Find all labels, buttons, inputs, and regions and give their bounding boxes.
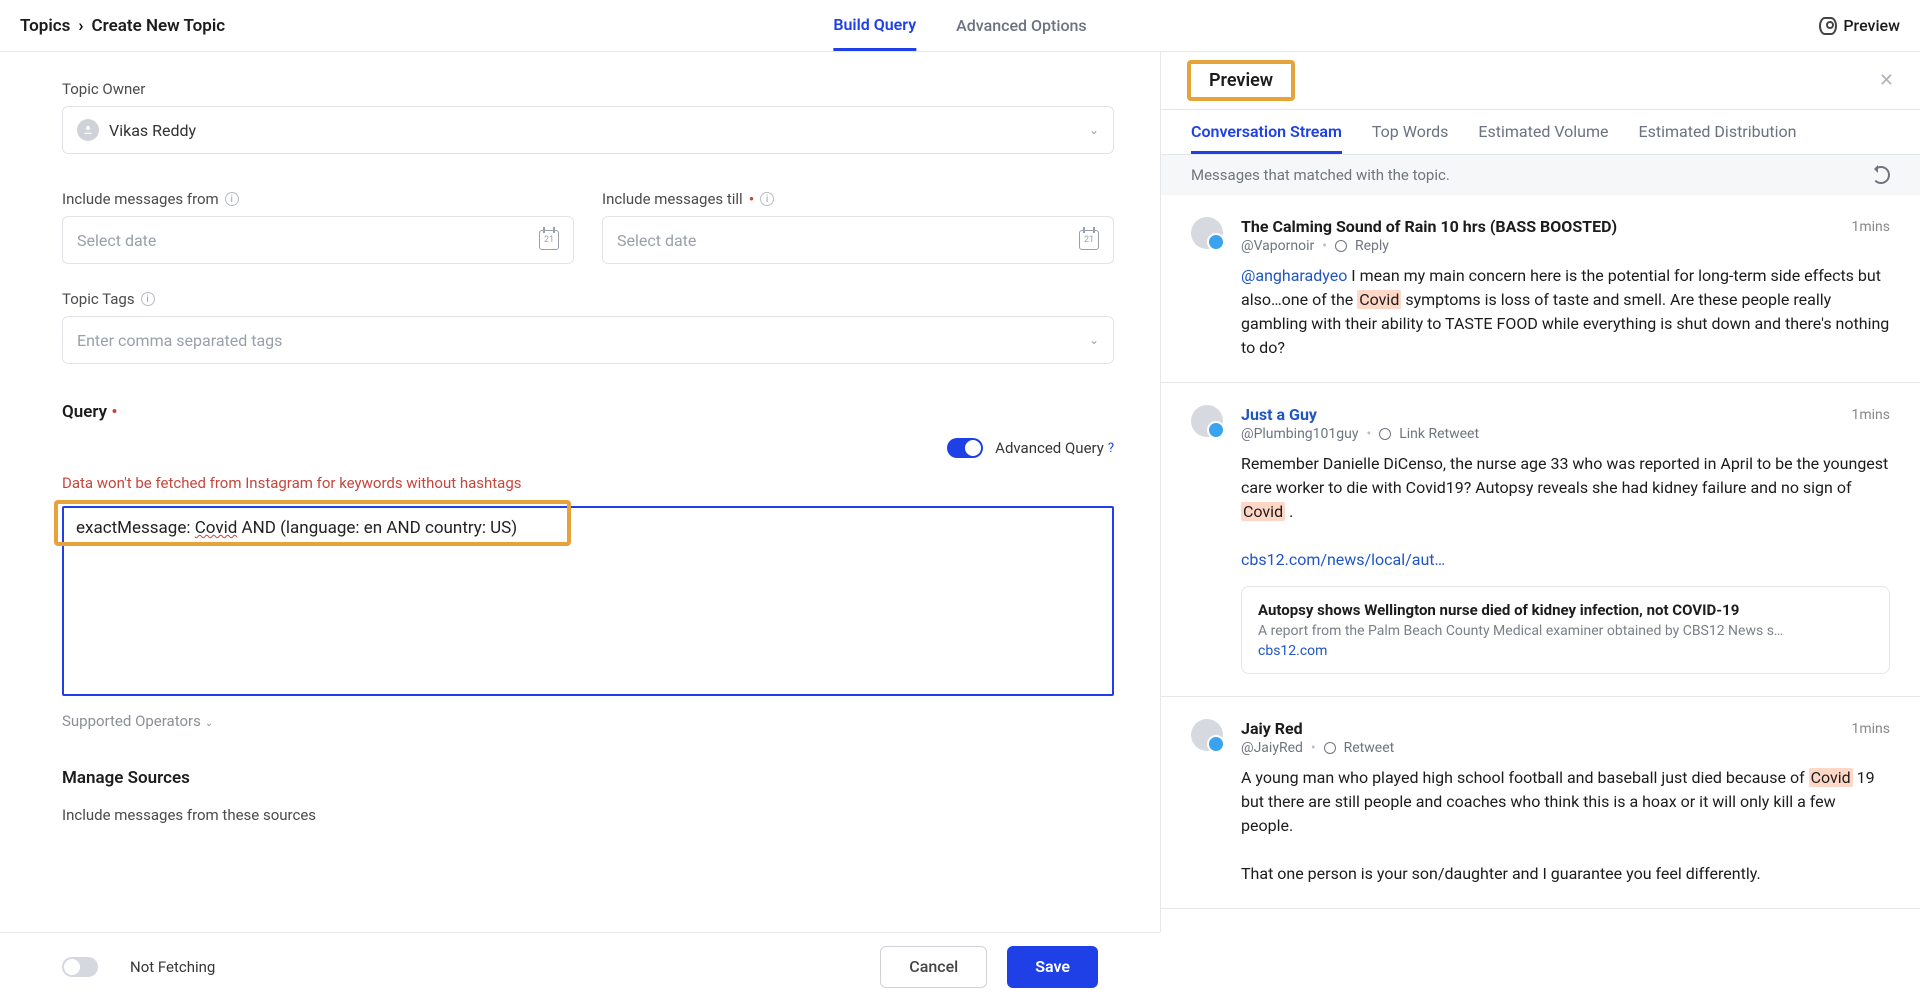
message-item[interactable]: Just a Guy 1mins @Plumbing101guy • Link …	[1161, 383, 1920, 697]
breadcrumb-root[interactable]: Topics	[20, 16, 70, 36]
card-title: Autopsy shows Wellington nurse died of k…	[1258, 601, 1873, 619]
top-tabs: Build Query Advanced Options	[833, 0, 1086, 51]
cancel-button[interactable]: Cancel	[880, 946, 987, 988]
avatar	[1191, 405, 1223, 437]
owner-value: Vikas Reddy	[109, 121, 196, 140]
query-section-label: Query •	[62, 402, 1114, 422]
fetching-label: Not Fetching	[130, 958, 215, 976]
date-from-input[interactable]: Select date	[62, 216, 574, 264]
date-till-input[interactable]: Select date	[602, 216, 1114, 264]
message-item[interactable]: The Calming Sound of Rain 10 hrs (BASS B…	[1161, 195, 1920, 383]
calendar-icon	[539, 230, 559, 250]
message-time: 1mins	[1851, 219, 1890, 235]
preview-panel: Preview ✕ Conversation Stream Top Words …	[1160, 52, 1920, 932]
tab-top-words[interactable]: Top Words	[1372, 122, 1448, 154]
tab-estimated-distribution[interactable]: Estimated Distribution	[1639, 122, 1797, 154]
save-button[interactable]: Save	[1007, 946, 1098, 988]
chevron-down-icon: ⌄	[1089, 333, 1099, 347]
query-warning: Data won't be fetched from Instagram for…	[62, 474, 1114, 492]
message-text: Remember Danielle DiCenso, the nurse age…	[1241, 452, 1890, 572]
owner-label: Topic Owner	[62, 80, 1114, 98]
calendar-icon	[1079, 230, 1099, 250]
date-from-label: Include messages from i	[62, 190, 574, 208]
message-action: Link Retweet	[1399, 426, 1479, 442]
tags-input[interactable]: Enter comma separated tags ⌄	[62, 316, 1114, 364]
refresh-icon[interactable]	[1872, 166, 1890, 184]
preview-button[interactable]: Preview	[1819, 16, 1900, 35]
sources-sub-label: Include messages from these sources	[62, 806, 1114, 824]
date-till-label: Include messages till • i	[602, 190, 1114, 208]
footer-bar: Not Fetching Cancel Save	[0, 932, 1160, 1000]
message-link[interactable]: cbs12.com/news/local/aut…	[1241, 550, 1445, 569]
supported-operators-toggle[interactable]: Supported Operators⌄	[62, 712, 1114, 730]
link-card[interactable]: Autopsy shows Wellington nurse died of k…	[1241, 586, 1890, 674]
message-item[interactable]: Jaiy Red 1mins @JaiyRed • Retweet A youn…	[1161, 697, 1920, 909]
close-icon[interactable]: ✕	[1879, 70, 1894, 91]
avatar	[1191, 217, 1223, 249]
tab-conversation-stream[interactable]: Conversation Stream	[1191, 122, 1342, 154]
info-icon[interactable]: i	[225, 192, 239, 206]
top-bar: Topics › Create New Topic Build Query Ad…	[0, 0, 1920, 52]
card-desc: A report from the Palm Beach County Medi…	[1258, 623, 1873, 639]
message-title: The Calming Sound of Rain 10 hrs (BASS B…	[1241, 217, 1617, 236]
advanced-query-label: Advanced Query	[995, 439, 1104, 457]
message-time: 1mins	[1851, 721, 1890, 737]
tab-advanced-options[interactable]: Advanced Options	[956, 0, 1087, 51]
message-handle: @Vapornoir	[1241, 238, 1314, 254]
message-handle: @Plumbing101guy	[1241, 426, 1358, 442]
sources-title: Manage Sources	[62, 768, 1114, 788]
info-icon[interactable]: i	[760, 192, 774, 206]
message-time: 1mins	[1851, 407, 1890, 423]
card-domain: cbs12.com	[1258, 643, 1873, 659]
globe-icon	[1335, 240, 1347, 252]
fetching-toggle[interactable]	[62, 957, 98, 977]
chevron-down-icon: ⌄	[205, 718, 213, 729]
preview-label: Preview	[1843, 16, 1900, 35]
info-icon[interactable]: i	[141, 292, 155, 306]
form-area: Topic Owner Vikas Reddy ⌄ Include messag…	[0, 52, 1160, 932]
owner-select[interactable]: Vikas Reddy ⌄	[62, 106, 1114, 154]
message-handle: @JaiyRed	[1241, 740, 1303, 756]
eye-icon	[1819, 17, 1837, 35]
preview-tabs: Conversation Stream Top Words Estimated …	[1161, 110, 1920, 155]
tab-estimated-volume[interactable]: Estimated Volume	[1478, 122, 1608, 154]
globe-icon	[1324, 742, 1336, 754]
message-action: Retweet	[1344, 740, 1395, 756]
person-icon	[77, 119, 99, 141]
help-icon[interactable]: ?	[1108, 441, 1114, 456]
match-info-bar: Messages that matched with the topic.	[1161, 155, 1920, 195]
chevron-right-icon: ›	[78, 16, 83, 36]
globe-icon	[1379, 428, 1391, 440]
message-action: Reply	[1355, 238, 1389, 254]
breadcrumb-current: Create New Topic	[92, 16, 226, 36]
preview-title: Preview	[1187, 60, 1295, 101]
query-textarea[interactable]: exactMessage: Covid AND (language: en AN…	[62, 506, 1114, 696]
chevron-down-icon: ⌄	[1089, 123, 1099, 137]
tags-label: Topic Tags i	[62, 290, 1114, 308]
avatar	[1191, 719, 1223, 751]
message-text: @angharadyeo I mean my main concern here…	[1241, 264, 1890, 360]
message-text: A young man who played high school footb…	[1241, 766, 1890, 886]
message-title: Jaiy Red	[1241, 719, 1303, 738]
advanced-query-toggle[interactable]	[947, 438, 983, 458]
breadcrumb: Topics › Create New Topic	[20, 16, 225, 36]
tab-build-query[interactable]: Build Query	[833, 0, 916, 51]
message-title[interactable]: Just a Guy	[1241, 405, 1317, 424]
